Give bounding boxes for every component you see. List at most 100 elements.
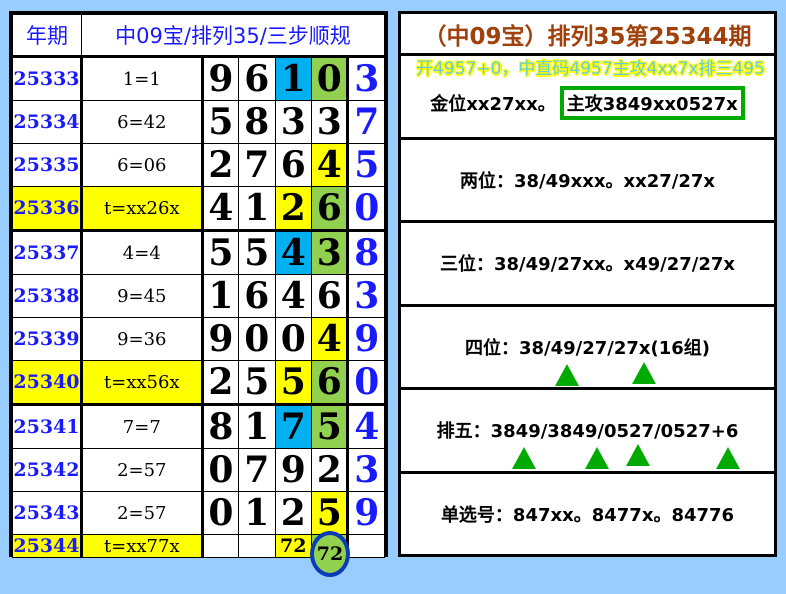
prediction-title: （中09宝）排列35第25344期 bbox=[401, 14, 774, 53]
circled-prediction: 72 bbox=[310, 531, 351, 577]
digit-cell: 9 bbox=[346, 317, 385, 361]
period-cell: 25337 bbox=[12, 230, 83, 275]
digit-cell: 7 bbox=[346, 100, 385, 144]
table-row: 25339 9=36 9 0 0 4 9 bbox=[12, 317, 385, 361]
rule-cell: 2=57 bbox=[80, 491, 204, 535]
four-position-section: 四位：38/49/27/27x(16组) bbox=[401, 306, 774, 387]
period-cell: 25340 bbox=[12, 360, 83, 406]
digit-cell: 4 bbox=[274, 274, 313, 318]
triangle-marker-icon bbox=[585, 447, 609, 469]
period-cell: 25336 bbox=[12, 186, 83, 232]
main-attack-box: 主攻3849xx0527x bbox=[559, 86, 745, 121]
triangle-marker-icon bbox=[716, 447, 740, 469]
five-position-section: 排五：3849/3849/0527/0527+6 bbox=[401, 390, 774, 471]
digit-cell: 2 bbox=[201, 360, 240, 406]
digit-cell: 4 bbox=[311, 317, 349, 361]
triangle-marker-icon bbox=[555, 363, 579, 386]
digit-cell: 6 bbox=[311, 274, 349, 318]
period-cell: 25334 bbox=[12, 100, 83, 144]
digit-cell: 1 bbox=[238, 491, 276, 535]
digit-cell bbox=[201, 534, 240, 558]
digit-cell: 2 bbox=[201, 143, 240, 187]
period-cell: 25343 bbox=[12, 491, 83, 535]
digit-cell: 3 bbox=[346, 274, 385, 318]
digit-cell: 5 bbox=[274, 360, 313, 406]
prediction-panel: （中09宝）排列35第25344期 开4957+0，中直码4957主攻4xx7x… bbox=[398, 11, 777, 557]
digit-cell: 2 bbox=[274, 491, 313, 535]
digit-cell: 0 bbox=[238, 317, 276, 361]
rule-cell: 4=4 bbox=[80, 230, 204, 275]
two-position-section: 两位：38/49xxx。xx27/27x bbox=[401, 139, 774, 220]
digit-cell: 7 bbox=[238, 143, 276, 187]
digit-cell: 5 bbox=[238, 360, 276, 406]
five-position: 排五：3849/3849/0527/0527+6 bbox=[436, 421, 739, 443]
rule-cell: 9=36 bbox=[80, 317, 204, 361]
digit-cell: 6 bbox=[238, 56, 276, 101]
digit-cell: 1 bbox=[274, 56, 313, 101]
table-row: 25334 6=42 5 8 3 3 7 bbox=[12, 100, 385, 144]
digit-cell: 0 bbox=[311, 56, 349, 101]
digit-cell: 5 bbox=[238, 230, 276, 275]
digit-cell: 5 bbox=[311, 491, 349, 535]
digit-cell: 1 bbox=[201, 274, 240, 318]
table-row: 25337 4=4 5 5 4 3 8 bbox=[12, 230, 385, 275]
result-banner: 开4957+0，中直码4957主攻4xx7x排三495 bbox=[416, 59, 765, 79]
table-row: 25344 t=xx77x 72 72 bbox=[12, 531, 385, 577]
digit-cell: 6 bbox=[274, 143, 313, 187]
digit-cell: 7 bbox=[274, 404, 313, 449]
table-row: 25336 t=xx26x 4 1 2 6 0 bbox=[12, 186, 385, 232]
digit-cell: 9 bbox=[201, 56, 240, 101]
rule-cell: t=xx77x bbox=[80, 534, 204, 558]
digit-cell: 5 bbox=[346, 143, 385, 187]
digit-cell: 9 bbox=[346, 491, 385, 535]
digit-cell: 8 bbox=[238, 100, 276, 144]
digit-cell: 1 bbox=[238, 404, 276, 449]
digit-cell: 3 bbox=[274, 100, 313, 144]
gold-section: 开4957+0，中直码4957主攻4xx7x排三495 金位xx27xx。 主攻… bbox=[401, 56, 774, 137]
digit-cell: 3 bbox=[311, 100, 349, 144]
history-table: 年期 中09宝/排列35/三步顺规 25333 1=1 9 6 1 0 3 25334 6=42… bbox=[12, 14, 386, 577]
gold-position: 金位xx27xx。 bbox=[430, 94, 556, 116]
digit-cell: 0 bbox=[274, 317, 313, 361]
digit-cell: 3 bbox=[346, 448, 385, 492]
rule-cell: 6=42 bbox=[80, 100, 204, 144]
four-position: 四位：38/49/27/27x(16组) bbox=[464, 337, 711, 359]
triangle-marker-icon bbox=[512, 447, 536, 469]
single-pick-section: 单选号：847xx。8477x。84776 bbox=[401, 473, 774, 554]
digit-cell: 72 bbox=[274, 534, 313, 558]
digit-cell: 4 bbox=[311, 143, 349, 187]
digit-cell: 9 bbox=[201, 317, 240, 361]
digit-cell: 0 bbox=[346, 360, 385, 406]
digit-cell: 7 bbox=[238, 448, 276, 492]
digit-cell: 2 bbox=[311, 448, 349, 492]
triangle-marker-icon bbox=[626, 444, 650, 466]
table-row: 25333 1=1 9 6 1 0 3 bbox=[12, 56, 385, 101]
digit-cell: 4 bbox=[274, 230, 313, 275]
digit-cell bbox=[238, 534, 276, 558]
digit-cell: 6 bbox=[311, 186, 349, 232]
digit-cell bbox=[346, 534, 385, 558]
digit-cell: 0 bbox=[201, 448, 240, 492]
digit-cell: 5 bbox=[311, 404, 349, 449]
two-position: 两位：38/49xxx。xx27/27x bbox=[459, 170, 715, 192]
three-position: 三位：38/49/27xx。x49/27/27x bbox=[439, 254, 736, 276]
period-cell: 25335 bbox=[12, 143, 83, 187]
header-period: 年期 bbox=[12, 14, 82, 58]
table-row: 25341 7=7 8 1 7 5 4 bbox=[12, 404, 385, 449]
digit-cell: 4 bbox=[346, 404, 385, 449]
period-cell: 25339 bbox=[12, 317, 83, 361]
rule-cell: 6=06 bbox=[80, 143, 204, 187]
rule-cell: 2=57 bbox=[80, 448, 204, 492]
three-position-section: 三位：38/49/27xx。x49/27/27x bbox=[401, 223, 774, 304]
period-cell: 25338 bbox=[12, 274, 83, 318]
digit-cell: 9 bbox=[274, 448, 313, 492]
digit-cell: 3 bbox=[346, 56, 385, 101]
digit-cell: 2 bbox=[274, 186, 313, 232]
digit-cell: 72 bbox=[310, 531, 351, 577]
digit-cell: 8 bbox=[201, 404, 240, 449]
digit-cell: 5 bbox=[201, 230, 240, 275]
period-cell: 25333 bbox=[12, 56, 83, 101]
rule-cell: t=xx26x bbox=[80, 186, 204, 232]
rule-cell: 1=1 bbox=[80, 56, 204, 101]
period-cell: 25342 bbox=[12, 448, 83, 492]
